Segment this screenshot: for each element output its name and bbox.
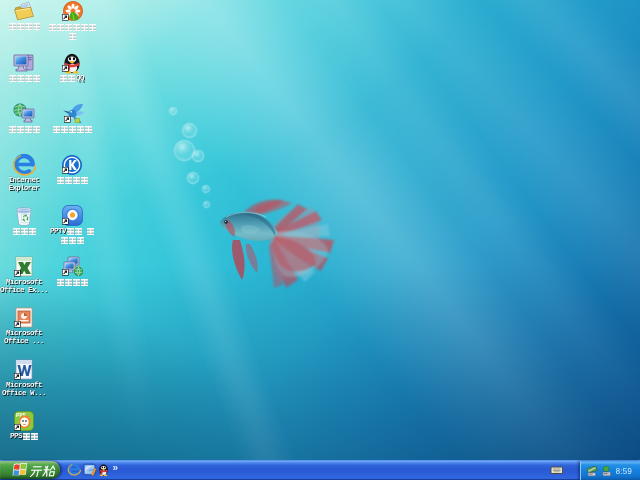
svg-text:»: » <box>113 463 119 474</box>
